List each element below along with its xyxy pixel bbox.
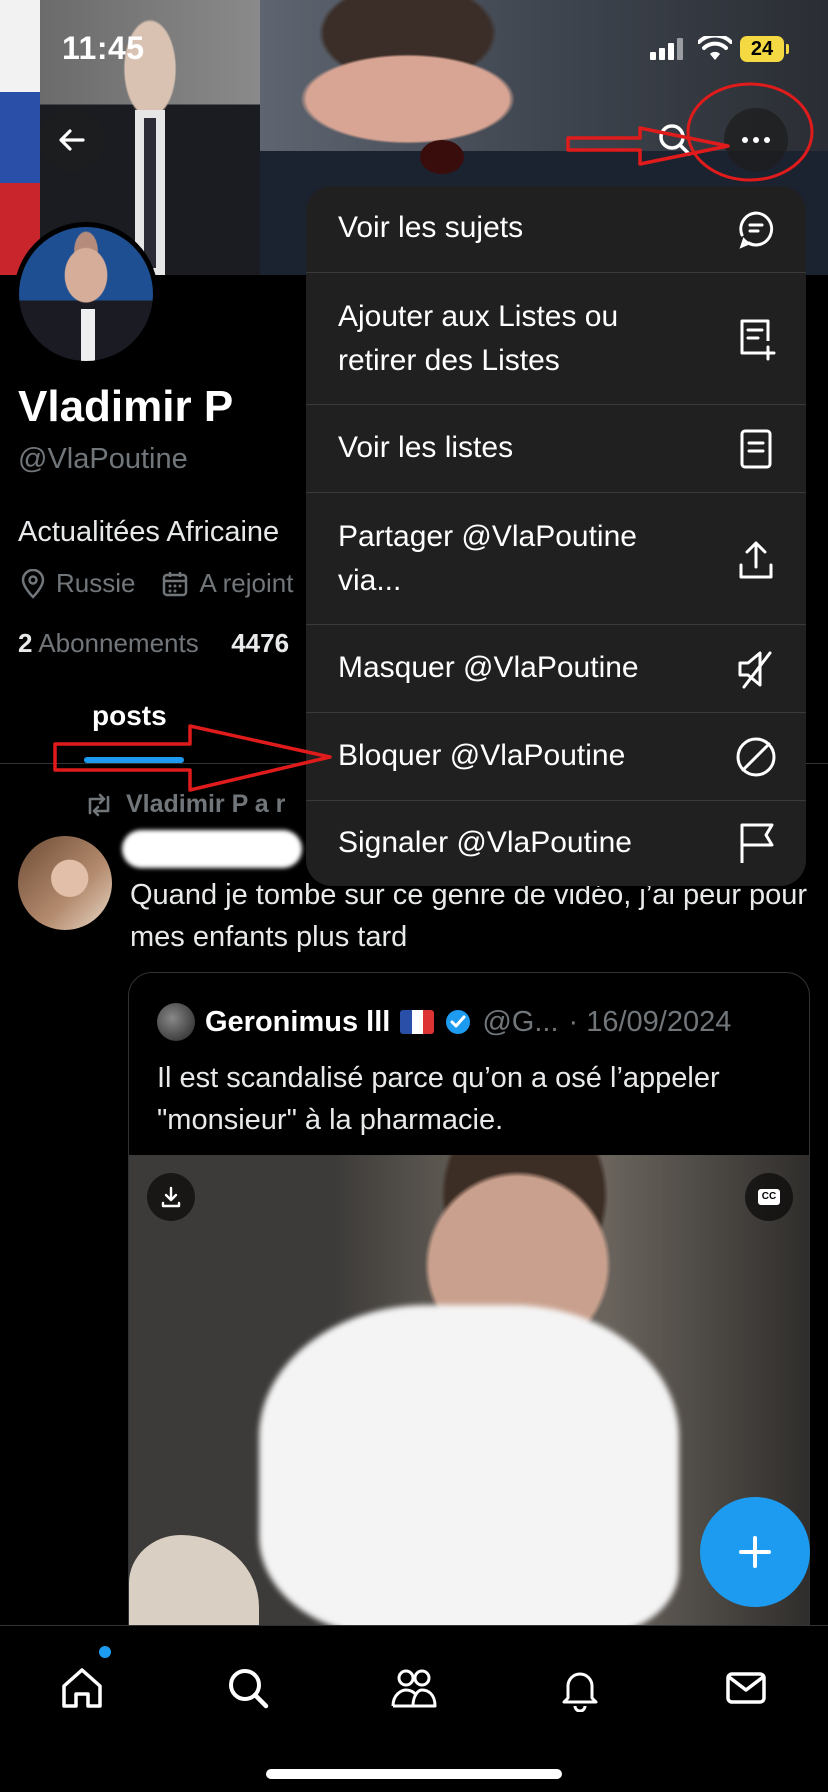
menu-item-label: Partager @VlaPoutine via... [338, 520, 637, 597]
notifications-icon [562, 1672, 598, 1712]
following-count: 2 [18, 628, 33, 658]
nav-communities[interactable] [384, 1658, 444, 1718]
follow-stats[interactable]: 2 Abonnements 4476 [18, 628, 289, 659]
repost-label: Vladimir P a r [126, 790, 286, 818]
quoted-author-name: Geronimus lll [205, 1005, 391, 1038]
battery-indicator: 24 [740, 36, 789, 62]
menu-item-label: Voir les sujets [338, 211, 524, 244]
menu-item-add-remove-lists[interactable]: Ajouter aux Listes ou retirer des Listes [306, 273, 806, 405]
menu-item-share[interactable]: Partager @VlaPoutine via... [306, 493, 806, 625]
more-dots-icon [742, 137, 770, 143]
more-options-button[interactable] [724, 108, 788, 172]
cellular-signal-icon [650, 38, 683, 60]
bottom-navigation [0, 1625, 828, 1792]
russian-flag-image [0, 0, 40, 275]
repost-icon [88, 793, 110, 816]
plus-icon [739, 1536, 771, 1568]
followers-count: 4476 [231, 628, 290, 658]
communities-icon [391, 1669, 437, 1708]
menu-item-view-lists[interactable]: Voir les listes [306, 405, 806, 493]
quoted-post-text: Il est scandalisé parce qu’on a osé l’ap… [157, 1062, 720, 1136]
profile-name: Vladimir P [18, 382, 234, 431]
profile-bio: Actualitées Africaine [18, 516, 280, 548]
redacted-area [259, 1305, 679, 1635]
home-icon [62, 1668, 102, 1708]
menu-item-label: Ajouter aux Listes ou retirer des Listes [338, 300, 619, 377]
repost-indicator: Vladimir P a r [84, 790, 285, 819]
verified-badge-icon [446, 1010, 471, 1034]
mute-icon [734, 647, 778, 691]
share-icon [734, 537, 778, 581]
menu-item-mute[interactable]: Masquer @VlaPoutine [306, 625, 806, 713]
menu-item-view-topics[interactable]: Voir les sujets [306, 186, 806, 273]
messages-icon [726, 1672, 766, 1704]
profile-handle: @VlaPoutine [18, 443, 188, 475]
profile-location: Russie [20, 568, 135, 599]
profile-meta: Russie A rejoint [20, 568, 293, 599]
joined-label: A rejoint [199, 568, 294, 598]
nav-search[interactable] [218, 1658, 278, 1718]
download-icon [161, 1186, 181, 1208]
download-button[interactable] [147, 1173, 195, 1221]
compose-button[interactable] [700, 1497, 810, 1607]
profile-joined: A rejoint [161, 568, 293, 599]
quoted-post-header: Geronimus lll @G... · 16/09/2024 [157, 1003, 731, 1041]
menu-item-label: Masquer @VlaPoutine [338, 651, 639, 684]
location-label: Russie [56, 568, 136, 598]
flag-icon [734, 821, 778, 865]
menu-item-label: Signaler @VlaPoutine [338, 826, 632, 859]
list-icon [734, 427, 778, 471]
profile-options-menu: Voir les sujets Ajouter aux Listes ou re… [306, 186, 806, 886]
nav-messages[interactable] [716, 1658, 776, 1718]
home-notification-dot [99, 1646, 111, 1658]
captions-button[interactable]: CC [745, 1173, 793, 1221]
post-text: Quand je tombe sur ce genre de vidéo, j’… [130, 879, 808, 953]
home-indicator [266, 1769, 562, 1779]
cc-icon: CC [758, 1189, 780, 1205]
quoted-author-avatar [157, 1003, 195, 1041]
location-pin-icon [21, 568, 45, 599]
redacted-author-name [122, 830, 302, 868]
status-time: 11:45 [62, 30, 145, 66]
french-flag-icon [400, 1010, 435, 1034]
tab-posts[interactable]: posts [92, 700, 167, 732]
back-button[interactable] [40, 108, 104, 172]
menu-item-report[interactable]: Signaler @VlaPoutine [306, 801, 806, 886]
list-add-icon [734, 317, 778, 361]
following-label: Abonnements [38, 628, 199, 658]
menu-item-block[interactable]: Bloquer @VlaPoutine [306, 713, 806, 801]
nav-notifications[interactable] [550, 1658, 610, 1718]
topics-icon [734, 207, 778, 251]
back-arrow-icon [59, 129, 85, 151]
calendar-icon [163, 571, 188, 596]
menu-item-label: Voir les listes [338, 431, 514, 464]
wifi-icon [698, 36, 732, 60]
menu-item-label: Bloquer @VlaPoutine [338, 739, 626, 772]
block-icon [734, 735, 778, 779]
quoted-post-date: · 16/09/2024 [568, 1005, 732, 1038]
search-icon[interactable] [655, 120, 695, 160]
post-author-avatar[interactable] [18, 836, 112, 930]
quoted-author-handle: @G... [482, 1005, 559, 1038]
profile-avatar[interactable] [14, 222, 158, 366]
search-icon [229, 1669, 269, 1709]
nav-home[interactable] [52, 1658, 112, 1718]
